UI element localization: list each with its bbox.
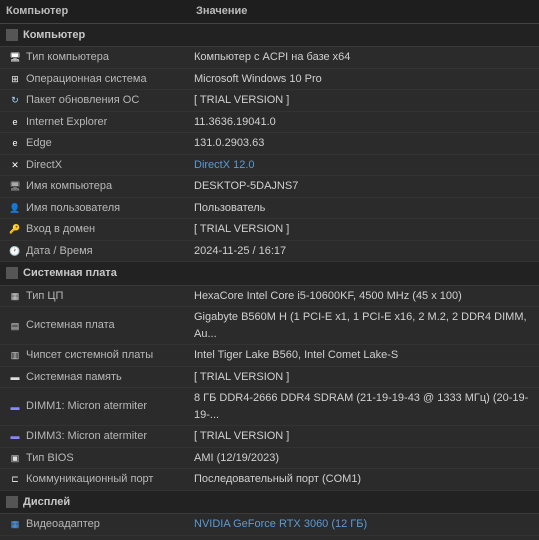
row-value: HexaCore Intel Core i5-10600KF, 4500 MHz…: [190, 285, 539, 307]
table-row: ⊏Коммуникационный портПоследовательный п…: [0, 469, 539, 491]
row-label: eEdge: [0, 133, 190, 155]
row-label: 🔑Вход в домен: [0, 219, 190, 241]
row-label: ▥Чипсет системной платы: [0, 345, 190, 367]
table-row: 👤Имя пользователяПользователь: [0, 197, 539, 219]
row-value: Последовательный порт (COM1): [190, 469, 539, 491]
row-label: ⊏Коммуникационный порт: [0, 469, 190, 491]
row-label: 🖥Тип компьютера: [0, 47, 190, 69]
table-row: 🖥Имя компьютераDESKTOP-5DAJNS7: [0, 176, 539, 198]
table-row: ↻Пакет обновления ОС[ TRIAL VERSION ]: [0, 90, 539, 112]
table-row: ▥Чипсет системной платыIntel Tiger Lake …: [0, 345, 539, 367]
table-row: ▬DIMM1: Micron atermiter8 ГБ DDR4-2666 D…: [0, 388, 539, 426]
row-value: 131.0.2903.63: [190, 133, 539, 155]
section-header-motherboard: Системная плата: [0, 262, 539, 286]
row-label: ▤Системная плата: [0, 307, 190, 345]
row-label: ▦Видеоадаптер: [0, 514, 190, 536]
table-row: 🖥Тип компьютераКомпьютер с ACPI на базе …: [0, 47, 539, 69]
row-value: [ TRIAL VERSION ]: [190, 426, 539, 448]
row-label: ↻Пакет обновления ОС: [0, 90, 190, 112]
table-row: ▬DIMM3: Micron atermiter[ TRIAL VERSION …: [0, 426, 539, 448]
row-value: Gigabyte B560M H (1 PCI-E x1, 1 PCI-E x1…: [190, 307, 539, 345]
row-value: Пользователь: [190, 197, 539, 219]
table-row: 🕐Дата / Время2024-11-25 / 16:17: [0, 240, 539, 262]
row-label: 🖥Имя компьютера: [0, 176, 190, 198]
row-label: ▬DIMM3: Micron atermiter: [0, 426, 190, 448]
row-label: ▦Тип ЦП: [0, 285, 190, 307]
row-label: ⊞Операционная система: [0, 68, 190, 90]
row-value: 11.3636.19041.0: [190, 111, 539, 133]
section-header-display: Дисплей: [0, 490, 539, 514]
table-row: eEdge131.0.2903.63: [0, 133, 539, 155]
table-row: ▣Тип BIOSAMI (12/19/2023): [0, 447, 539, 469]
row-value: Компьютер с ACPI на базе x64: [190, 47, 539, 69]
row-value: 8 ГБ DDR4-2666 DDR4 SDRAM (21-19-19-43 @…: [190, 388, 539, 426]
system-info-table: Компьютер Значение Компьютер🖥Тип компьют…: [0, 0, 539, 540]
table-row: 🔑Вход в домен[ TRIAL VERSION ]: [0, 219, 539, 241]
row-value: DESKTOP-5DAJNS7: [190, 176, 539, 198]
row-value: AMI (12/19/2023): [190, 447, 539, 469]
section-header-computer: Компьютер: [0, 23, 539, 47]
row-label: ◈3D-акселератор: [0, 535, 190, 540]
row-value: 2024-11-25 / 16:17: [190, 240, 539, 262]
header-col2: Значение: [190, 0, 539, 23]
main-container: Компьютер Значение Компьютер🖥Тип компьют…: [0, 0, 539, 540]
table-row: ▬Системная память[ TRIAL VERSION ]: [0, 366, 539, 388]
table-row: ▤Системная платаGigabyte B560M H (1 PCI-…: [0, 307, 539, 345]
row-label: 🕐Дата / Время: [0, 240, 190, 262]
row-value: NVIDIA GeForce RTX 3060 (12 ГБ): [190, 514, 539, 536]
row-label: ▣Тип BIOS: [0, 447, 190, 469]
info-table-wrap: Компьютер Значение Компьютер🖥Тип компьют…: [0, 0, 539, 540]
row-value: [ TRIAL VERSION ]: [190, 366, 539, 388]
row-label: ▬Системная память: [0, 366, 190, 388]
table-row: ✕DirectXDirectX 12.0: [0, 154, 539, 176]
row-value: nVIDIA GeForce RTX 3060: [190, 535, 539, 540]
row-label: ▬DIMM1: Micron atermiter: [0, 388, 190, 426]
header-col1: Компьютер: [0, 0, 190, 23]
row-label: eInternet Explorer: [0, 111, 190, 133]
row-value: DirectX 12.0: [190, 154, 539, 176]
row-value: [ TRIAL VERSION ]: [190, 219, 539, 241]
row-label: 👤Имя пользователя: [0, 197, 190, 219]
row-value: [ TRIAL VERSION ]: [190, 90, 539, 112]
table-row: eInternet Explorer11.3636.19041.0: [0, 111, 539, 133]
table-row: ◈3D-акселераторnVIDIA GeForce RTX 3060: [0, 535, 539, 540]
row-label: ✕DirectX: [0, 154, 190, 176]
row-value: Microsoft Windows 10 Pro: [190, 68, 539, 90]
table-row: ▦Тип ЦПHexaCore Intel Core i5-10600KF, 4…: [0, 285, 539, 307]
table-row: ▦ВидеоадаптерNVIDIA GeForce RTX 3060 (12…: [0, 514, 539, 536]
table-row: ⊞Операционная системаMicrosoft Windows 1…: [0, 68, 539, 90]
row-value: Intel Tiger Lake B560, Intel Comet Lake-…: [190, 345, 539, 367]
